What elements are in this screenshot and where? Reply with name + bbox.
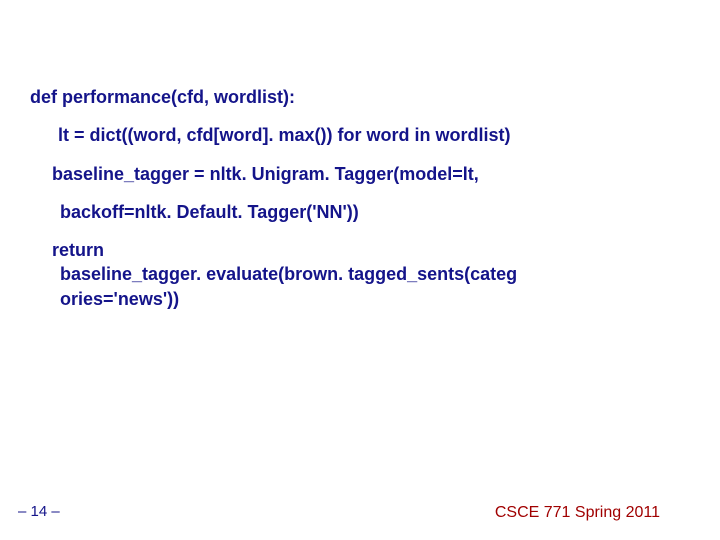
code-line-def: def performance(cfd, wordlist):: [30, 85, 690, 109]
code-line-lt: lt = dict((word, cfd[word]. max()) for w…: [58, 123, 690, 147]
code-line-baseline2: backoff=nltk. Default. Tagger('NN')): [60, 200, 690, 224]
slide-content: def performance(cfd, wordlist): lt = dic…: [0, 0, 720, 540]
code-block: def performance(cfd, wordlist): lt = dic…: [30, 85, 690, 311]
code-block-baseline: baseline_tagger = nltk. Unigram. Tagger(…: [30, 162, 690, 225]
code-line-return3: ories='news')): [60, 287, 690, 311]
footer-course-label: CSCE 771 Spring 2011: [495, 504, 660, 522]
code-line-return1: return: [52, 238, 690, 262]
page-number: – 14 –: [18, 503, 60, 520]
code-block-return: return baseline_tagger. evaluate(brown. …: [30, 238, 690, 311]
code-line-return2: baseline_tagger. evaluate(brown. tagged_…: [60, 262, 690, 286]
code-line-baseline1: baseline_tagger = nltk. Unigram. Tagger(…: [52, 162, 690, 186]
